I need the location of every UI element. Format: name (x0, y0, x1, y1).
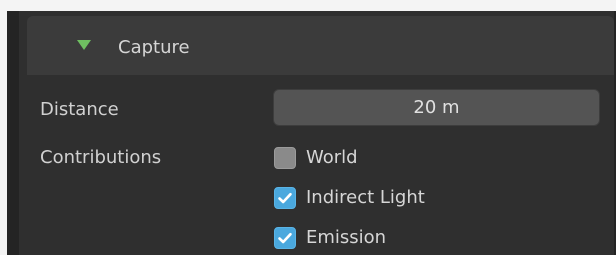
properties-window: Capture Distance 20 m Contributions Worl… (0, 0, 616, 255)
world-label[interactable]: World (306, 147, 358, 169)
world-checkbox[interactable] (274, 147, 296, 169)
capture-panel: Capture Distance 20 m Contributions Worl… (7, 11, 616, 255)
panel-left-edge (7, 11, 19, 255)
emission-checkbox[interactable] (274, 227, 296, 249)
triangle-down-icon[interactable] (77, 40, 91, 50)
capture-panel-header[interactable]: Capture (27, 16, 614, 75)
panel-title: Capture (118, 37, 190, 58)
checkmark-icon (278, 232, 292, 244)
indirect-light-label[interactable]: Indirect Light (306, 187, 425, 209)
distance-label: Distance (40, 99, 119, 120)
distance-field[interactable]: 20 m (273, 89, 600, 126)
emission-label[interactable]: Emission (306, 227, 386, 249)
indirect-light-checkbox[interactable] (274, 187, 296, 209)
contributions-label: Contributions (40, 147, 162, 168)
checkmark-icon (278, 192, 292, 204)
